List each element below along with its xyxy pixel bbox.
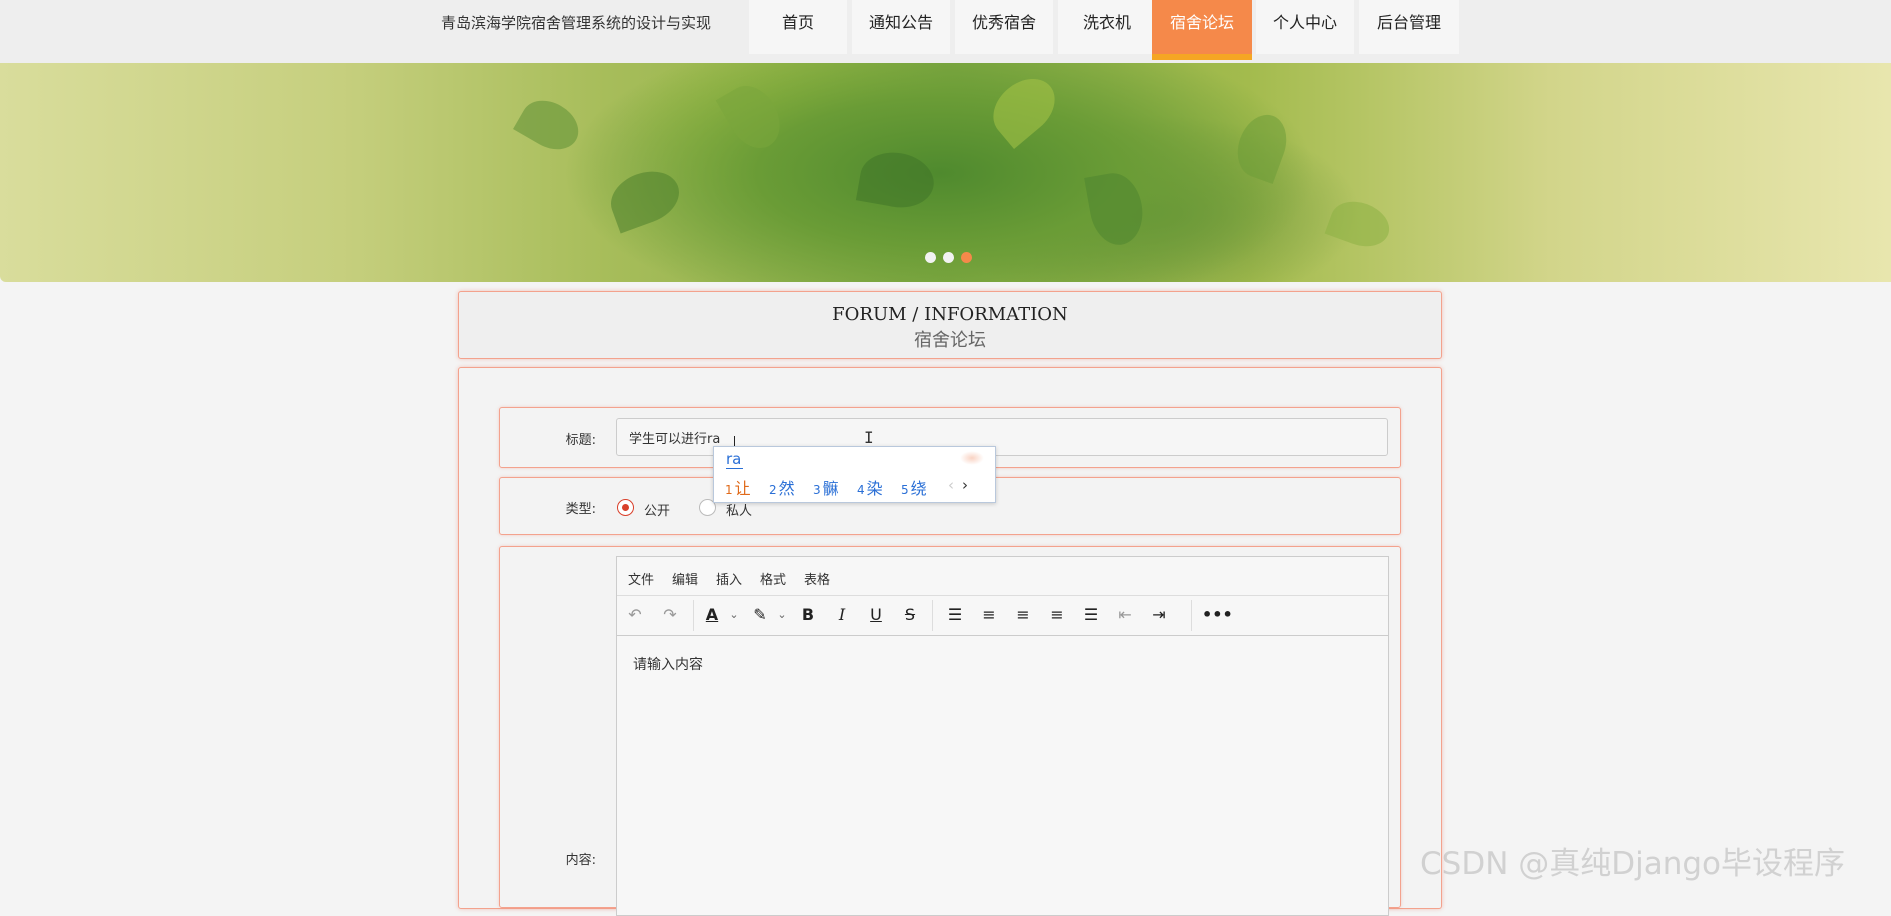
clover-leaf: [855, 146, 939, 214]
ime-candidate-num: 4: [857, 483, 865, 497]
nav-excellent-dorms-label: 优秀宿舍: [971, 13, 1036, 32]
ime-candidate-text: 染: [866, 479, 883, 498]
ime-candidate-text: 然: [778, 479, 795, 498]
ime-candidate-num: 1: [725, 483, 733, 497]
underline-icon[interactable]: U: [863, 602, 889, 628]
nav-home[interactable]: 首页: [749, 0, 847, 54]
clover-leaf: [1324, 194, 1396, 254]
nav-admin[interactable]: 后台管理: [1359, 0, 1459, 54]
content-label: 内容:: [565, 853, 596, 868]
nav-washing-machine[interactable]: 洗衣机: [1058, 0, 1156, 54]
ime-skin-icon: [960, 451, 984, 465]
rich-text-editor: 文件 编辑 插入 格式 表格 ↶ ↷ A ⌄ ✎ ⌄ B I U S ☰ ≡ ≡…: [616, 556, 1389, 916]
line-height-icon[interactable]: ☰: [942, 602, 968, 628]
indent-icon[interactable]: ⇥: [1146, 602, 1172, 628]
highlight-color-icon[interactable]: ✎: [747, 602, 773, 628]
ime-candidate-num: 2: [769, 483, 777, 497]
forum-header: FORUM / INFORMATION 宿舍论坛: [458, 291, 1442, 359]
nav-notices[interactable]: 通知公告: [852, 0, 950, 54]
ime-candidate-2[interactable]: 2然: [769, 475, 795, 499]
clover-leaf: [513, 90, 587, 160]
title-label: 标题:: [565, 433, 596, 448]
bold-icon[interactable]: B: [795, 602, 821, 628]
ime-candidate-text: 绕: [910, 479, 927, 498]
ibeam-cursor-icon: I: [864, 428, 874, 447]
clover-leaf: [981, 66, 1067, 150]
redo-icon[interactable]: ↷: [657, 602, 683, 628]
align-right-icon[interactable]: ≡: [1044, 602, 1070, 628]
ime-candidate-4[interactable]: 4染: [857, 475, 883, 499]
nav-personal-center-label: 个人中心: [1272, 13, 1337, 32]
carousel-dot[interactable]: [925, 252, 936, 263]
csdn-watermark: CSDN @真纯Django毕设程序: [1420, 846, 1846, 882]
nav-notices-label: 通知公告: [868, 13, 933, 32]
ime-prev-page-icon[interactable]: ‹: [948, 476, 954, 494]
top-navigation: 青岛滨海学院宿舍管理系统的设计与实现 首页 通知公告 优秀宿舍 洗衣机 宿舍论坛…: [0, 0, 1891, 63]
menu-table[interactable]: 表格: [804, 569, 830, 588]
carousel-dot[interactable]: [943, 252, 954, 263]
ime-candidate-5[interactable]: 5绕: [901, 475, 927, 499]
chevron-down-icon[interactable]: ⌄: [728, 602, 740, 628]
forum-title-en: FORUM / INFORMATION: [832, 304, 1068, 325]
menu-file[interactable]: 文件: [628, 569, 654, 588]
carousel-dot-active[interactable]: [961, 252, 972, 263]
menu-format[interactable]: 格式: [760, 569, 786, 588]
ime-candidate-popup: ra 1让 2然 3髍 4染 5绕 ‹ ›: [713, 446, 996, 503]
ime-candidate-num: 5: [901, 483, 909, 497]
clover-leaf: [603, 162, 687, 234]
type-label: 类型:: [565, 502, 596, 517]
outdent-icon[interactable]: ⇤: [1112, 602, 1138, 628]
nav-dorm-forum[interactable]: 宿舍论坛: [1152, 0, 1252, 60]
toolbar-divider: [693, 600, 694, 631]
more-icon[interactable]: •••: [1202, 602, 1233, 628]
toolbar-divider: [1191, 600, 1192, 631]
clover-leaf: [1084, 169, 1148, 249]
clover-leaf: [715, 76, 791, 158]
align-justify-icon[interactable]: ☰: [1078, 602, 1104, 628]
clover-leaf: [1229, 108, 1295, 184]
align-center-icon[interactable]: ≡: [1010, 602, 1036, 628]
ime-candidate-text: 让: [734, 479, 751, 498]
radio-public-label[interactable]: 公开: [644, 500, 670, 519]
site-title: 青岛滨海学院宿舍管理系统的设计与实现: [441, 14, 712, 32]
nav-personal-center[interactable]: 个人中心: [1256, 0, 1354, 54]
strikethrough-icon[interactable]: S: [897, 602, 923, 628]
nav-home-label: 首页: [781, 13, 814, 32]
ime-candidate-3[interactable]: 3髍: [813, 475, 839, 499]
forum-title-cn: 宿舍论坛: [914, 330, 986, 351]
italic-icon[interactable]: I: [829, 602, 855, 628]
undo-icon[interactable]: ↶: [622, 602, 648, 628]
nav-washing-machine-label: 洗衣机: [1082, 13, 1131, 32]
ime-candidate-num: 3: [813, 483, 821, 497]
editor-menubar: 文件 编辑 插入 格式 表格: [617, 557, 1388, 596]
chevron-down-icon[interactable]: ⌄: [776, 602, 788, 628]
nav-admin-label: 后台管理: [1376, 13, 1441, 32]
menu-edit[interactable]: 编辑: [672, 569, 698, 588]
ime-candidate-text: 髍: [822, 479, 839, 498]
banner-carousel: [0, 63, 1891, 282]
text-color-icon[interactable]: A: [699, 602, 725, 628]
nav-excellent-dorms[interactable]: 优秀宿舍: [955, 0, 1053, 54]
menu-insert[interactable]: 插入: [716, 569, 742, 588]
ime-candidate-1[interactable]: 1让: [725, 475, 751, 499]
align-left-icon[interactable]: ≡: [976, 602, 1002, 628]
nav-dorm-forum-label: 宿舍论坛: [1169, 13, 1234, 32]
radio-public[interactable]: [617, 499, 634, 516]
editor-content-placeholder[interactable]: 请输入内容: [633, 654, 703, 674]
editor-toolbar: ↶ ↷ A ⌄ ✎ ⌄ B I U S ☰ ≡ ≡ ≡ ☰ ⇤ ⇥ •••: [617, 596, 1388, 636]
ime-composition: ra: [726, 450, 744, 469]
toolbar-divider: [932, 600, 933, 631]
ime-next-page-icon[interactable]: ›: [962, 476, 968, 494]
